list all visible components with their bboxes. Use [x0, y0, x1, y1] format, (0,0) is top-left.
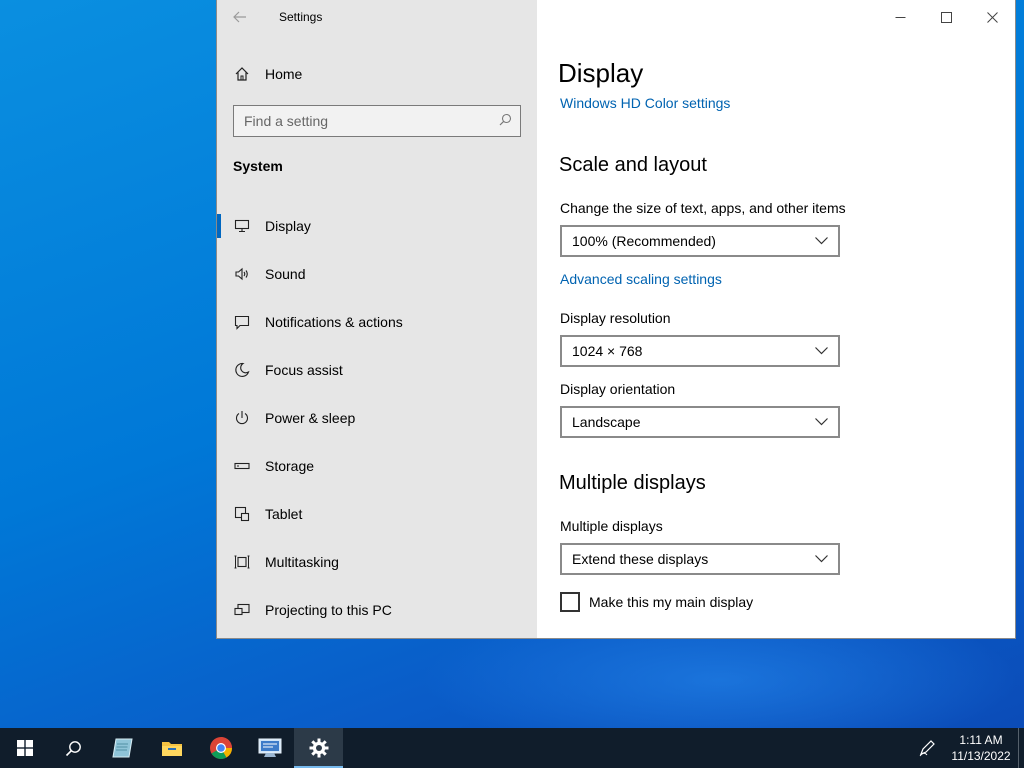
taskbar-search-button[interactable]: [49, 728, 98, 768]
clock-time: 1:11 AM: [959, 733, 1003, 747]
chevron-down-icon: [814, 234, 828, 248]
notepad-icon: [111, 738, 133, 758]
projecting-icon: [233, 603, 251, 617]
show-desktop-button[interactable]: [1018, 728, 1024, 768]
remote-desktop-icon: [258, 738, 281, 757]
storage-icon: [233, 461, 251, 471]
resolution-value: 1024 × 768: [572, 343, 643, 359]
sidebar-item-tablet[interactable]: Tablet: [217, 490, 537, 538]
taskbar-file-explorer[interactable]: [147, 728, 196, 768]
power-icon: [233, 410, 251, 426]
orientation-dropdown[interactable]: Landscape: [560, 406, 840, 438]
sidebar-item-label: Display: [265, 218, 311, 234]
sidebar-item-label: Storage: [265, 458, 315, 474]
sidebar: Settings Home System Display: [217, 0, 537, 638]
minimize-button[interactable]: [877, 0, 923, 34]
taskbar-notepad[interactable]: [98, 728, 147, 768]
system-tray: 1:11 AM 11/13/2022: [910, 728, 1024, 768]
home-icon: [233, 66, 251, 82]
settings-window: Settings Home System Display: [216, 0, 1016, 639]
multiple-displays-value: Extend these displays: [572, 551, 709, 567]
taskbar-settings[interactable]: [294, 728, 343, 768]
monitor-icon: [233, 219, 251, 233]
tablet-icon: [233, 506, 251, 522]
maximize-icon: [940, 11, 952, 23]
minimize-icon: [895, 16, 905, 18]
scale-value: 100% (Recommended): [572, 233, 716, 249]
sidebar-item-focus-assist[interactable]: Focus assist: [217, 346, 537, 394]
resolution-label: Display resolution: [560, 310, 671, 326]
moon-icon: [233, 362, 251, 378]
orientation-label: Display orientation: [560, 381, 676, 397]
search-box[interactable]: [233, 105, 521, 137]
clock[interactable]: 1:11 AM 11/13/2022: [944, 732, 1018, 764]
sidebar-item-label: Sound: [265, 266, 306, 282]
search-icon: [65, 740, 81, 756]
section-title: System: [233, 158, 283, 174]
sidebar-item-notifications[interactable]: Notifications & actions: [217, 298, 537, 346]
hd-color-settings-link[interactable]: Windows HD Color settings: [560, 95, 730, 111]
home-label: Home: [265, 66, 303, 82]
pen-icon: [919, 740, 935, 757]
orientation-value: Landscape: [572, 414, 641, 430]
sidebar-item-label: Projecting to this PC: [265, 602, 392, 618]
notification-icon: [233, 315, 251, 330]
main-content: Display Windows HD Color settings Scale …: [537, 0, 1015, 638]
file-explorer-icon: [161, 742, 182, 756]
close-button[interactable]: [969, 0, 1015, 34]
main-display-checkbox-row[interactable]: Make this my main display: [560, 592, 753, 612]
sidebar-item-power-sleep[interactable]: Power & sleep: [217, 394, 537, 442]
window-controls: [877, 0, 1015, 34]
sidebar-nav: Display Sound Notifications & actions Fo…: [217, 202, 537, 634]
multiple-displays-heading: Multiple displays: [559, 472, 706, 494]
scale-layout-heading: Scale and layout: [559, 154, 707, 176]
windows-ink-button[interactable]: [910, 739, 944, 757]
sidebar-item-projecting[interactable]: Projecting to this PC: [217, 586, 537, 634]
chevron-down-icon: [814, 552, 828, 566]
page-title: Display: [558, 58, 644, 88]
scale-label: Change the size of text, apps, and other…: [560, 200, 846, 216]
sidebar-item-label: Power & sleep: [265, 410, 356, 426]
multitasking-icon: [233, 554, 251, 570]
titlebar-left: Settings: [217, 0, 537, 34]
sidebar-item-display[interactable]: Display: [217, 202, 537, 250]
chevron-down-icon: [814, 344, 828, 358]
window-title: Settings: [279, 10, 323, 24]
search-icon[interactable]: [490, 113, 520, 129]
sidebar-item-label: Notifications & actions: [265, 314, 403, 330]
search-input[interactable]: [234, 106, 490, 136]
start-button[interactable]: [0, 728, 49, 768]
advanced-scaling-link[interactable]: Advanced scaling settings: [560, 271, 722, 287]
sidebar-item-storage[interactable]: Storage: [217, 442, 537, 490]
taskbar-chrome[interactable]: [196, 728, 245, 768]
sidebar-item-sound[interactable]: Sound: [217, 250, 537, 298]
multiple-displays-label: Multiple displays: [560, 518, 663, 534]
clock-date: 11/13/2022: [951, 749, 1011, 763]
settings-gear-icon: [309, 738, 328, 758]
taskbar-remote-desktop[interactable]: [245, 728, 294, 768]
start-icon: [16, 740, 33, 756]
sidebar-item-home[interactable]: Home: [217, 56, 537, 92]
taskbar: 1:11 AM 11/13/2022: [0, 728, 1024, 768]
close-icon: [986, 11, 998, 23]
back-button[interactable]: [217, 0, 263, 34]
multiple-displays-dropdown[interactable]: Extend these displays: [560, 543, 840, 575]
back-arrow-icon: [233, 11, 246, 23]
resolution-dropdown[interactable]: 1024 × 768: [560, 335, 840, 367]
main-display-checkbox[interactable]: [560, 592, 580, 612]
sidebar-item-label: Multitasking: [265, 554, 339, 570]
maximize-button[interactable]: [923, 0, 969, 34]
chevron-down-icon: [814, 415, 828, 429]
speaker-icon: [233, 267, 251, 281]
sidebar-item-label: Tablet: [265, 506, 303, 522]
scale-dropdown[interactable]: 100% (Recommended): [560, 225, 840, 257]
sidebar-item-label: Focus assist: [265, 362, 343, 378]
sidebar-item-multitasking[interactable]: Multitasking: [217, 538, 537, 586]
main-display-checkbox-label: Make this my main display: [589, 594, 754, 610]
chrome-icon: [209, 737, 232, 759]
